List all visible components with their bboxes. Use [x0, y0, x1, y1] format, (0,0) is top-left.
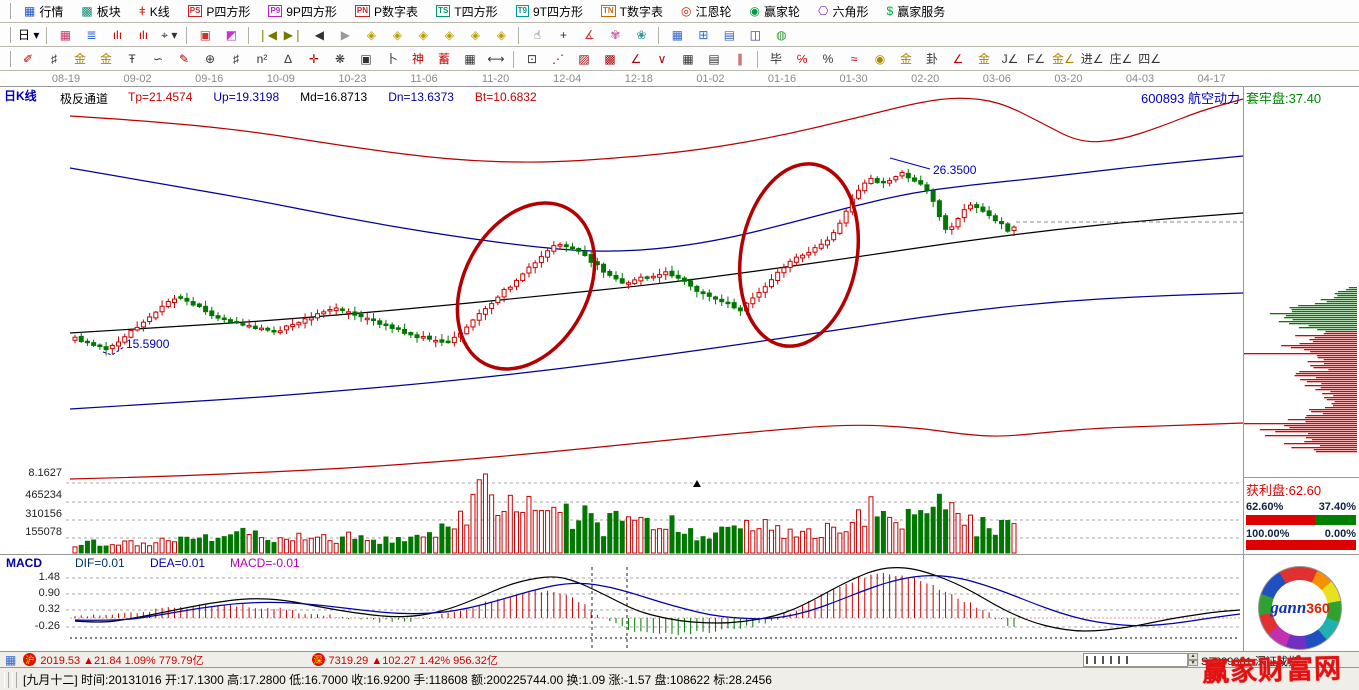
gann-logo-text-blue: gann — [1270, 598, 1306, 618]
macd-title: MACD — [6, 556, 42, 570]
statusbar-grip — [12, 672, 17, 688]
shenzhen-index-icon[interactable]: 深 — [312, 653, 325, 666]
pane-label: 日K线 — [4, 87, 37, 104]
macd-scale-3: 0.32 — [10, 603, 60, 615]
range1-green-segment — [1315, 515, 1356, 525]
gann360-logo: gann360 — [1258, 566, 1342, 650]
shenzhen-index-quote[interactable]: 7319.29 ▲102.27 1.42% 956.32亿 — [329, 652, 498, 668]
volume-scale-3: 155078 — [8, 526, 62, 538]
indicator-value: Md=16.8713 — [300, 90, 367, 104]
app-window: ▦行情▩板块ǂK线PSP四方形P99P四方形PNP数字表TST四方形T99T四方… — [0, 0, 1359, 690]
macd-scale-2: 0.90 — [10, 587, 60, 599]
candles-layer[interactable] — [73, 169, 1016, 355]
indicator-value: Tp=21.4574 — [128, 90, 192, 104]
news-marquee[interactable] — [1083, 653, 1188, 667]
indicator-value: Up=19.3198 — [213, 90, 279, 104]
statusbar-grip — [4, 672, 9, 688]
volume-scale-2: 310156 — [8, 508, 62, 520]
ohlc-info-text: [九月十二] 时间:20131016 开:17.1300 高:17.2800 低… — [23, 671, 772, 688]
gann-logo-text-red: 360 — [1306, 600, 1329, 616]
winner-wealth-watermark: 赢家财富网 — [1202, 646, 1359, 689]
range1-bar — [1246, 515, 1356, 525]
indicator-value: Bt=10.6832 — [475, 90, 537, 104]
volume-scale-1: 465234 — [8, 489, 62, 501]
macd-scale-4: -0.26 — [10, 620, 60, 632]
board-spinner[interactable]: ▲ ▼ — [1188, 653, 1198, 666]
macd-dea-value: DEA=0.01 — [150, 556, 205, 570]
range2-left-pct: 100.00% — [1246, 528, 1289, 540]
peak-price-label: 26.3500 — [933, 163, 976, 177]
range2-right-pct: 0.00% — [1325, 528, 1356, 540]
low-price-label: 15.5900 — [126, 337, 169, 351]
hand-drawn-annotations — [103, 154, 930, 487]
range1-right-pct: 37.40% — [1319, 501, 1356, 513]
gann360-logo-inner: gann360 — [1272, 580, 1328, 636]
trapped-label: 套牢盘:37.40 — [1246, 88, 1321, 107]
marquee-scrolling-text — [1086, 656, 1132, 664]
band-bottom-label: 8.1627 — [10, 467, 62, 479]
range1-left-pct: 62.60% — [1246, 501, 1283, 513]
spinner-down-icon[interactable]: ▼ — [1188, 660, 1198, 667]
index-quote-statusbar: ▦ 沪 2019.53 ▲21.84 1.09% 779.79亿 深 7319.… — [0, 651, 1359, 667]
channel-lines — [70, 98, 1243, 479]
range2-red-segment — [1246, 540, 1356, 550]
shanghai-index-quote[interactable]: 2019.53 ▲21.84 1.09% 779.79亿 — [40, 652, 203, 668]
gridlines — [66, 222, 1243, 648]
symbol-title: 600893 航空动力 — [1040, 88, 1240, 107]
indicator-name: 极反通道 — [60, 90, 108, 107]
range1-red-segment — [1246, 515, 1315, 525]
indicator-value: Dn=13.6373 — [388, 90, 454, 104]
range2-bar — [1246, 540, 1356, 550]
indicator-values: Tp=21.4574 Up=19.3198 Md=16.8713 Dn=13.6373… — [128, 90, 537, 104]
volume-layer[interactable] — [73, 474, 1016, 553]
macd-dif-value: DIF=0.01 — [75, 556, 125, 570]
macd-scale-1: 1.48 — [10, 571, 60, 583]
ohlc-statusbar: [九月十二] 时间:20131016 开:17.1300 高:17.2800 低… — [0, 667, 1359, 690]
winner-distribution-panel: 套牢盘:37.40 获利盘:62.60 62.60% 37.40% 100.00… — [1244, 86, 1359, 650]
macd-layer[interactable] — [75, 568, 1240, 636]
profit-label: 获利盘:62.60 — [1246, 480, 1321, 499]
shanghai-index-icon[interactable]: 沪 — [23, 653, 36, 666]
quote-grid-icon: ▦ — [5, 653, 16, 667]
macd-macd-value: MACD=-0.01 — [230, 556, 300, 570]
